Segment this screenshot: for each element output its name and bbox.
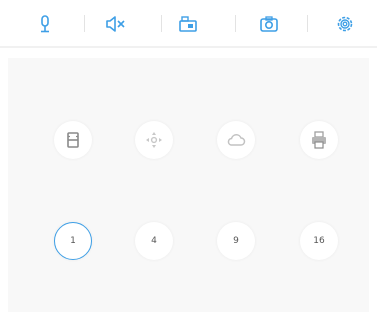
camera-icon [260,16,278,32]
top-toolbar [0,0,377,48]
microphone-button[interactable] [30,9,60,39]
snapshot-button[interactable] [254,9,284,39]
record-button[interactable] [173,9,203,39]
settings-button[interactable] [330,9,360,39]
ptz-control-button[interactable] [135,121,173,159]
print-button[interactable] [300,121,338,159]
toolbar-divider [161,15,162,32]
toolbar-divider [307,15,308,32]
printer-icon [312,131,326,149]
player-control-panel: 1 4 9 16 [0,0,377,320]
ptz-icon [146,132,162,148]
layout-4-button[interactable]: 4 [135,222,173,260]
layout-16-button[interactable]: 16 [300,222,338,260]
layout-9-button[interactable]: 9 [217,222,255,260]
mute-button[interactable] [101,9,131,39]
layout-label: 1 [70,235,76,246]
layout-label: 9 [233,235,239,246]
film-icon [67,132,79,148]
settings-icon [337,16,353,32]
cloud-icon [227,134,246,146]
video-record-icon [179,16,197,32]
playback-button[interactable] [54,121,92,159]
layout-label: 4 [151,235,157,246]
toolbar-divider [235,15,236,32]
cloud-button[interactable] [217,121,255,159]
speaker-mute-icon [106,16,125,32]
layout-label: 16 [313,235,325,246]
microphone-icon [41,15,49,33]
control-panel: 1 4 9 16 [8,58,369,312]
layout-1-button[interactable]: 1 [54,222,92,260]
toolbar-divider [84,15,85,32]
